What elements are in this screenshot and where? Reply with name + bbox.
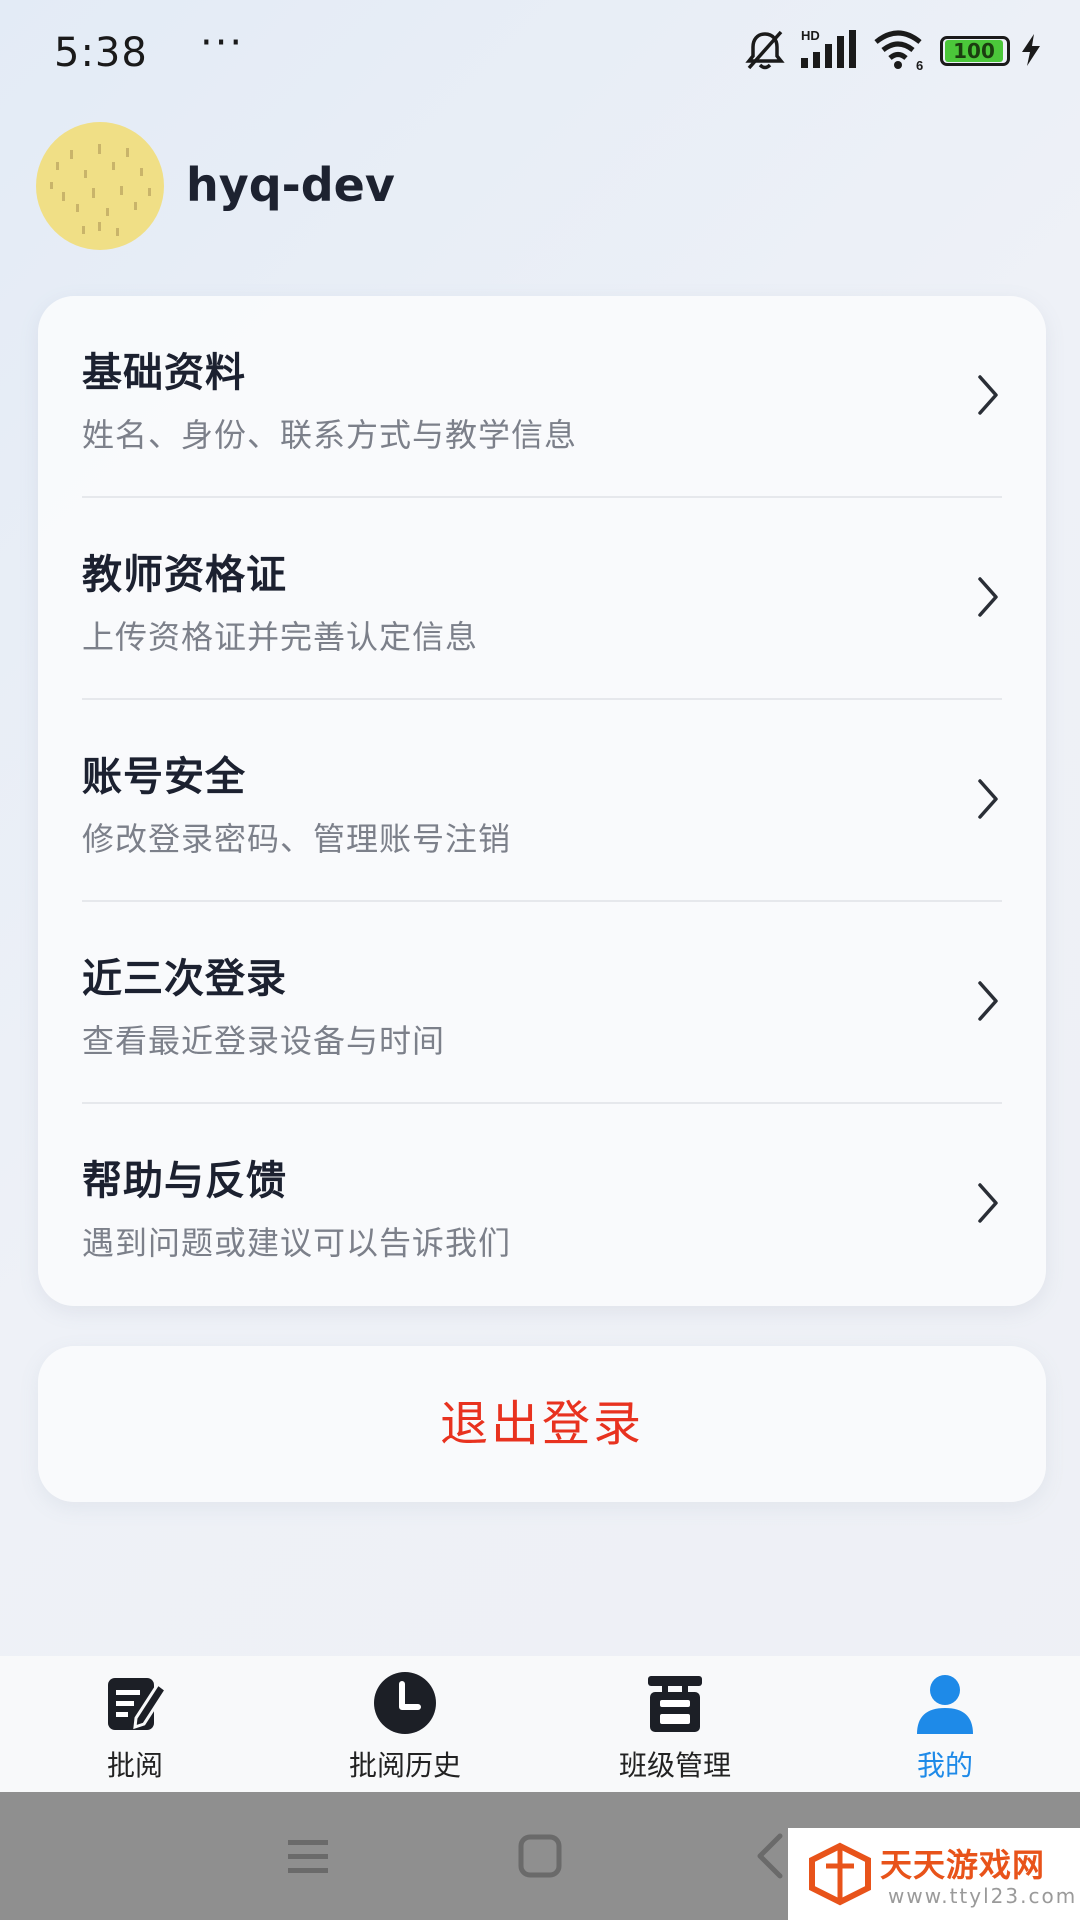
battery-icon: 100 <box>940 36 1010 66</box>
tab-label: 班级管理 <box>618 1749 731 1782</box>
bottom-tab-bar: 批阅 批阅历史 班级管理 我的 <box>0 1656 1080 1792</box>
tab-review[interactable]: 批阅 <box>0 1656 270 1792</box>
menu-item-title: 教师资格证 <box>82 552 287 598</box>
menu-item-title: 帮助与反馈 <box>82 1158 287 1204</box>
tab-label: 我的 <box>916 1749 973 1782</box>
menu-item-subtitle: 姓名、身份、联系方式与教学信息 <box>82 416 578 454</box>
tab-review-history[interactable]: 批阅历史 <box>270 1656 540 1792</box>
tab-label: 批阅 <box>106 1749 163 1782</box>
battery-level: 100 <box>945 40 1003 62</box>
menu-item-subtitle: 遇到问题或建议可以告诉我们 <box>82 1224 512 1262</box>
menu-item-help-feedback[interactable]: 帮助与反馈 遇到问题或建议可以告诉我们 <box>38 1104 1046 1306</box>
logout-label: 退出登录 <box>439 1396 644 1452</box>
clock-icon <box>374 1672 436 1734</box>
class-box-icon <box>648 1676 702 1732</box>
chevron-right-icon <box>978 577 998 617</box>
menu-item-recent-logins[interactable]: 近三次登录 查看最近登录设备与时间 <box>38 902 1046 1104</box>
edit-document-icon <box>108 1678 168 1730</box>
watermark-title: 天天游戏网 <box>880 1846 1046 1884</box>
home-icon[interactable] <box>510 1826 570 1886</box>
logout-button[interactable]: 退出登录 <box>38 1346 1046 1502</box>
watermark-logo-icon <box>809 1842 871 1906</box>
tab-class-management[interactable]: 班级管理 <box>540 1656 810 1792</box>
settings-card: 基础资料 姓名、身份、联系方式与教学信息 教师资格证 上传资格证并完善认定信息 … <box>38 296 1046 1306</box>
avatar-pattern <box>50 144 151 236</box>
chevron-right-icon <box>978 375 998 415</box>
watermark-url: www.ttyl23.com <box>888 1884 1078 1908</box>
avatar[interactable] <box>36 122 164 250</box>
user-icon <box>917 1675 973 1734</box>
status-bar: 5:38 ··· HD 6 100 <box>0 0 1080 100</box>
hd-badge: HD <box>801 28 820 43</box>
menu-item-subtitle: 查看最近登录设备与时间 <box>82 1022 446 1060</box>
wifi-badge: 6 <box>916 58 923 72</box>
charging-bolt-icon <box>1018 28 1044 72</box>
silent-bell-icon <box>744 28 786 72</box>
menu-item-basic-info[interactable]: 基础资料 姓名、身份、联系方式与教学信息 <box>38 296 1046 498</box>
status-time: 5:38 <box>54 30 148 76</box>
menu-item-subtitle: 上传资格证并完善认定信息 <box>82 618 479 656</box>
menu-item-title: 基础资料 <box>82 350 246 396</box>
username: hyq-dev <box>186 158 395 212</box>
more-dots-icon: ··· <box>200 20 245 66</box>
menu-item-teacher-certificate[interactable]: 教师资格证 上传资格证并完善认定信息 <box>38 498 1046 700</box>
wifi-icon: 6 <box>874 28 926 73</box>
chevron-right-icon <box>978 981 998 1021</box>
menu-item-title: 近三次登录 <box>82 956 287 1002</box>
menu-item-title: 账号安全 <box>82 754 246 800</box>
chevron-right-icon <box>978 1183 998 1223</box>
tab-label: 批阅历史 <box>348 1749 461 1782</box>
menu-item-subtitle: 修改登录密码、管理账号注销 <box>82 820 512 858</box>
cellular-signal-icon: HD <box>799 28 861 72</box>
watermark: 天天游戏网 www.ttyl23.com <box>788 1828 1080 1920</box>
tab-mine[interactable]: 我的 <box>810 1656 1080 1792</box>
menu-icon[interactable] <box>278 1826 338 1886</box>
chevron-right-icon <box>978 779 998 819</box>
menu-item-account-security[interactable]: 账号安全 修改登录密码、管理账号注销 <box>38 700 1046 902</box>
